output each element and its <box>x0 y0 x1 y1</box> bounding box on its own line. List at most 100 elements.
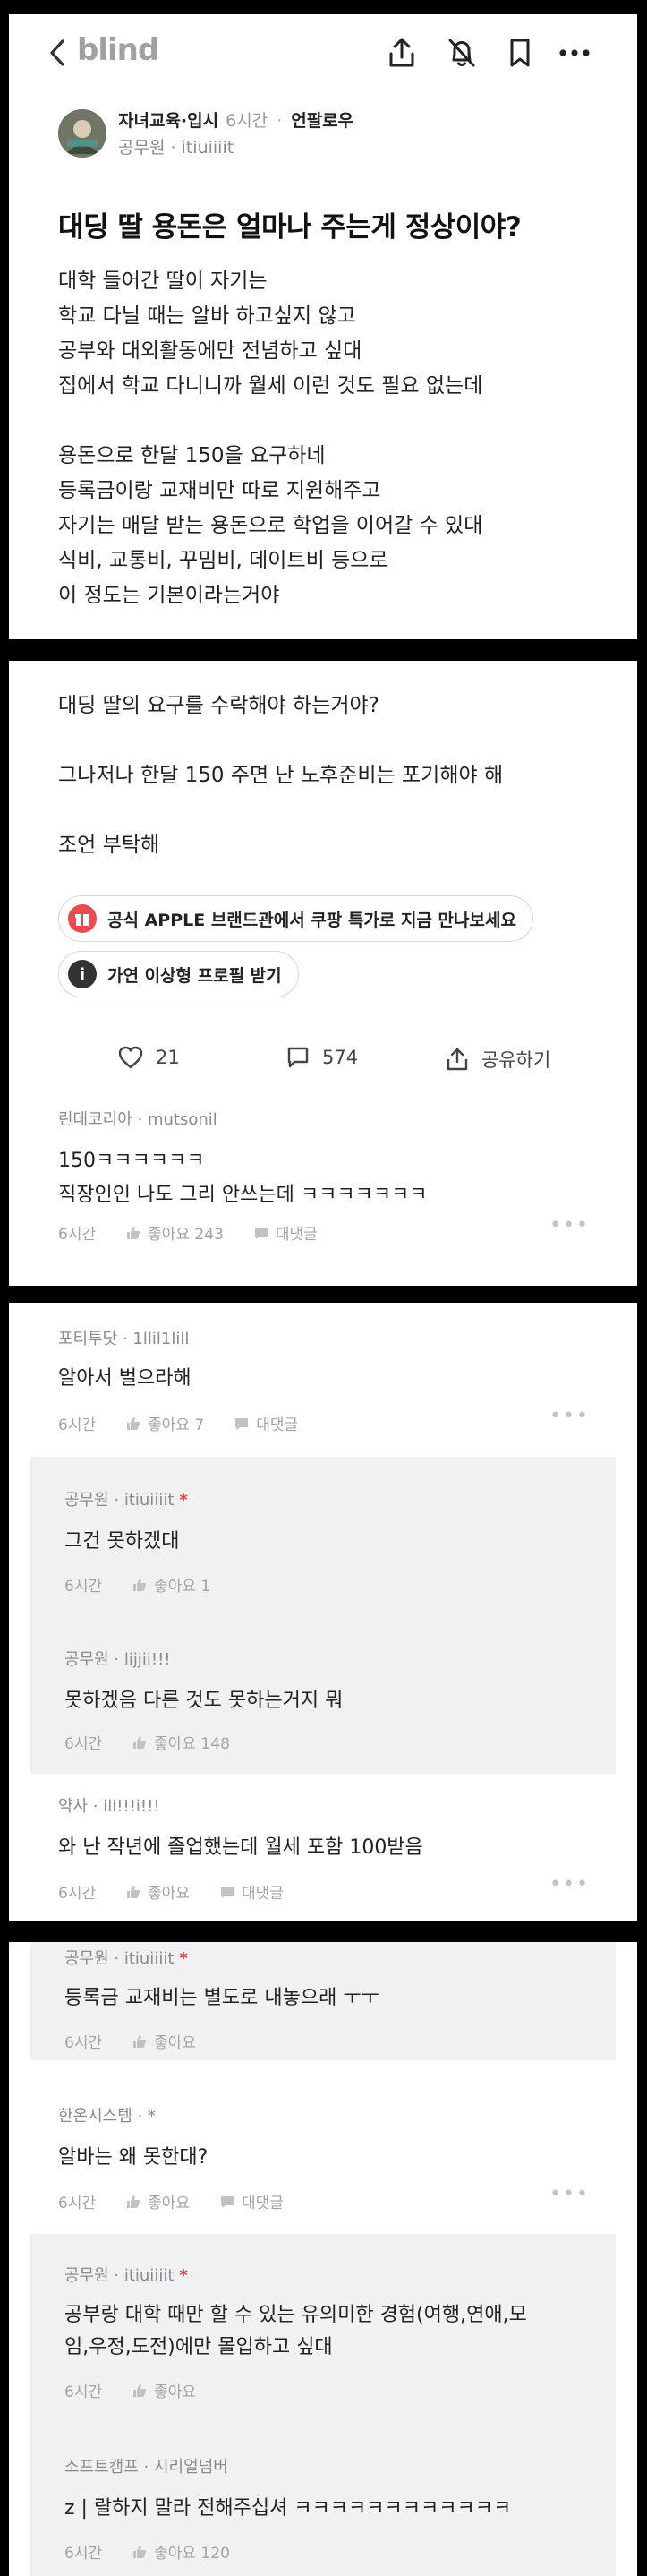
comment-like-button[interactable]: 좋아요 <box>126 1880 190 1903</box>
reply-like-button[interactable]: 좋아요 120 <box>132 2540 230 2563</box>
comments-panel-1: 포티투닷 · 1llil1lill 알아서 벌으라해 6시간 좋아요 7 대댓글… <box>9 1303 637 1921</box>
reply-icon <box>221 1886 234 1898</box>
op-mark: * <box>179 2266 188 2285</box>
reply-time: 6시간 <box>64 1578 103 1596</box>
reply-footer: 6시간 좋아요 148 <box>64 1731 230 1753</box>
post-body-line: 학교 다닐 때는 알바 하고싶지 않고 <box>58 304 356 328</box>
thumbs-up-icon <box>133 1735 147 1749</box>
post-body-line: 그나저나 한달 150 주면 난 노후준비는 포기해야 해 <box>58 764 504 787</box>
share-label: 공유하기 <box>481 1049 551 1071</box>
comment-text: 와 난 작년에 졸업했는데 월세 포함 100받음 <box>58 1836 423 1859</box>
bookmark-icon[interactable] <box>503 36 537 70</box>
post-body-line: 식비, 교통비, 꾸밈비, 데이트비 등으로 <box>58 549 388 572</box>
comment-time: 6시간 <box>58 1416 97 1434</box>
thumbs-up-icon <box>133 2383 147 2397</box>
comment-author[interactable]: 포티투닷 · 1llil1lill <box>58 1326 189 1349</box>
comment-reply-button[interactable]: 대댓글 <box>254 1221 318 1244</box>
comment-more-icon[interactable]: ••• <box>549 1214 590 1237</box>
share-icon <box>447 1048 468 1071</box>
post-body-line: 등록금이랑 교재비만 따로 지원해주고 <box>58 479 381 502</box>
reply-icon <box>254 1227 268 1239</box>
comment-text: 150ㅋㅋㅋㅋㅋㅋ <box>58 1150 205 1172</box>
blind-logo[interactable]: blind <box>77 32 159 68</box>
post-body-line: 조언 부탁해 <box>58 834 160 857</box>
share-icon[interactable] <box>385 36 419 70</box>
reply-author[interactable]: 공무원 · itiuiiiit * <box>64 1487 188 1511</box>
comment-reply-button[interactable]: 대댓글 <box>220 2190 284 2212</box>
share-button[interactable]: 공유하기 <box>446 1046 550 1073</box>
thumbs-up-icon <box>133 1578 147 1591</box>
reply-author[interactable]: 공무원 · itiuiiiit * <box>64 2263 188 2286</box>
ad-pill-gayeon[interactable]: i 가연 이상형 프로필 받기 <box>58 951 299 997</box>
reply-time: 6시간 <box>64 1735 103 1753</box>
op-mark: * <box>179 1949 188 1968</box>
gift-icon <box>68 904 97 933</box>
reply-like-button[interactable]: 좋아요 <box>132 2030 196 2052</box>
heart-icon <box>118 1046 143 1069</box>
comment-more-icon[interactable]: ••• <box>549 1873 590 1896</box>
like-count-button[interactable]: 21 <box>118 1046 180 1069</box>
reply-footer: 6시간 좋아요 1 <box>64 1573 210 1596</box>
comment-like-button[interactable]: 좋아요 243 <box>126 1221 224 1244</box>
reply-like-button[interactable]: 좋아요 <box>132 2379 196 2401</box>
comment-author[interactable]: 약사 · ill!!!i!!! <box>58 1793 160 1817</box>
reply-thread: 공무원 · itiuiiiit * 공부랑 대학 때만 할 수 있는 유의미한 경… <box>30 2234 616 2576</box>
reply-like-button[interactable]: 좋아요 148 <box>132 1731 230 1753</box>
ad-pill-apple[interactable]: 공식 APPLE 브랜드관에서 쿠팡 특가로 지금 만나보세요 <box>58 895 533 942</box>
thumbs-up-icon <box>127 1885 140 1898</box>
author-nickname: 공무원 · itiuiiiit <box>118 138 234 158</box>
comment-icon <box>287 1047 309 1068</box>
comment-more-icon[interactable]: ••• <box>549 2183 590 2205</box>
top-navigation-bar: blind <box>9 14 637 91</box>
post-body-line: 공부와 대외활동에만 전념하고 싶대 <box>58 339 362 363</box>
op-mark: * <box>179 1491 188 1510</box>
reply-time: 6시간 <box>64 2545 103 2563</box>
reply-thread: 공무원 · itiuiiiit * 등록금 교재비는 별도로 내놓으래 ㅜㅜ 6시… <box>30 1942 616 2060</box>
more-options-icon[interactable] <box>557 36 591 70</box>
reply-author[interactable]: 공무원 · itiuiiiit * <box>64 1946 188 1969</box>
comment-like-button[interactable]: 좋아요 7 <box>126 1412 204 1434</box>
comment-time: 6시간 <box>58 1885 97 1903</box>
comment-footer: 6시간 좋아요 대댓글 <box>58 1880 284 1903</box>
reply-text: 못하겠음 다른 것도 못하는거지 뭐 <box>64 1690 344 1712</box>
back-arrow-icon[interactable] <box>43 38 73 68</box>
comment-author[interactable]: 한온시스템 · * <box>58 2103 156 2127</box>
like-count: 21 <box>156 1047 180 1068</box>
reply-footer: 6시간 좋아요 120 <box>64 2540 230 2563</box>
post-panel-bottom: 대딩 딸의 요구를 수락해야 하는거야? 그나저나 한달 150 주면 난 노후… <box>9 661 637 1286</box>
reply-icon <box>235 1417 249 1430</box>
comment-footer: 6시간 좋아요 대댓글 <box>58 2190 284 2212</box>
ad-label[interactable]: 공식 APPLE 브랜드관에서 쿠팡 특가로 지금 만나보세요 <box>107 907 516 931</box>
reply-author[interactable]: 소프트캠프 · 시리얼넘버 <box>64 2454 228 2478</box>
thumbs-up-icon <box>127 1416 140 1430</box>
unfollow-button[interactable]: 언팔로우 <box>291 111 353 131</box>
reply-like-button[interactable]: 좋아요 1 <box>132 1573 210 1596</box>
post-time: 6시간 <box>226 111 268 131</box>
comment-text: 직장인인 나도 그리 안쓰는데 ㅋㅋㅋㅋㅋㅋㅋ <box>58 1184 428 1206</box>
reply-icon <box>221 2195 234 2208</box>
comment-like-button[interactable]: 좋아요 <box>126 2190 190 2212</box>
comment-more-icon[interactable]: ••• <box>549 1405 590 1427</box>
post-body-line: 이 정도는 기본이라는거야 <box>58 584 280 607</box>
post-body-line: 집에서 학교 다니니까 월세 이런 것도 필요 없는데 <box>58 374 483 398</box>
reply-text: 그건 못하겠대 <box>64 1530 180 1553</box>
comments-panel-2: 공무원 · itiuiiiit * 등록금 교재비는 별도로 내놓으래 ㅜㅜ 6시… <box>9 1942 637 2576</box>
thumbs-up-icon <box>133 2545 147 2558</box>
comment-count-button[interactable]: 574 <box>286 1046 358 1069</box>
reply-time: 6시간 <box>64 2034 103 2052</box>
thumbs-up-icon <box>127 2195 140 2208</box>
notification-off-icon[interactable] <box>445 36 479 70</box>
post-title: 대딩 딸 용돈은 얼마나 주는게 정상이야? <box>58 211 522 244</box>
author-company[interactable]: 자녀교육·입시 <box>118 111 218 131</box>
author-avatar[interactable] <box>58 109 106 158</box>
comment-reply-button[interactable]: 대댓글 <box>234 1412 298 1434</box>
comment-author[interactable]: 린데코리아 · mutsonil <box>58 1107 217 1130</box>
reply-text: 공부랑 대학 때만 할 수 있는 유의미한 경험(여행,연애,모 <box>64 2304 527 2326</box>
comment-reply-button[interactable]: 대댓글 <box>220 1880 284 1903</box>
post-panel-top: blind 자녀교육·입시 6시간 · 언팔로우 공무원 · itiuiiiit 대딩… <box>9 14 637 639</box>
ad-label[interactable]: 가연 이상형 프로필 받기 <box>107 963 282 987</box>
comment-count: 574 <box>322 1047 359 1068</box>
reply-author[interactable]: 공무원 · lijjii!!! <box>64 1647 171 1670</box>
thumbs-up-icon <box>127 1226 140 1239</box>
thumbs-up-icon <box>133 2034 147 2048</box>
